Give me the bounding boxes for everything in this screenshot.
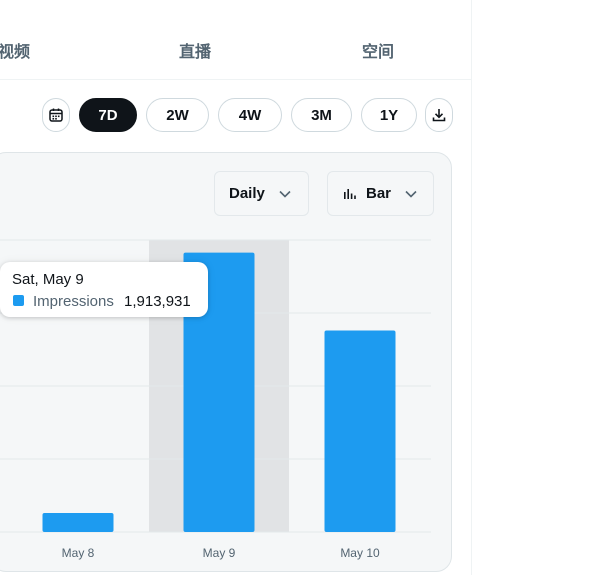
tooltip-series-name: Impressions — [33, 293, 114, 310]
tooltip-value: 1,913,931 — [124, 293, 191, 310]
x-tick-label: May 9 — [203, 546, 236, 560]
bar-may-8 — [42, 513, 114, 532]
x-tick-label: May 8 — [62, 546, 95, 560]
chart-tooltip: Sat, May 9 Impressions 1,913,931 — [0, 262, 208, 317]
tooltip-series-swatch — [13, 295, 24, 306]
analytics-panel: 视频 直播 空间 7D 2W 4W 3M 1Y Daily Bar May 8 … — [0, 0, 472, 575]
x-tick-label: May 10 — [340, 546, 380, 560]
bar-may-10 — [324, 330, 396, 532]
tooltip-date: Sat, May 9 — [12, 271, 84, 288]
